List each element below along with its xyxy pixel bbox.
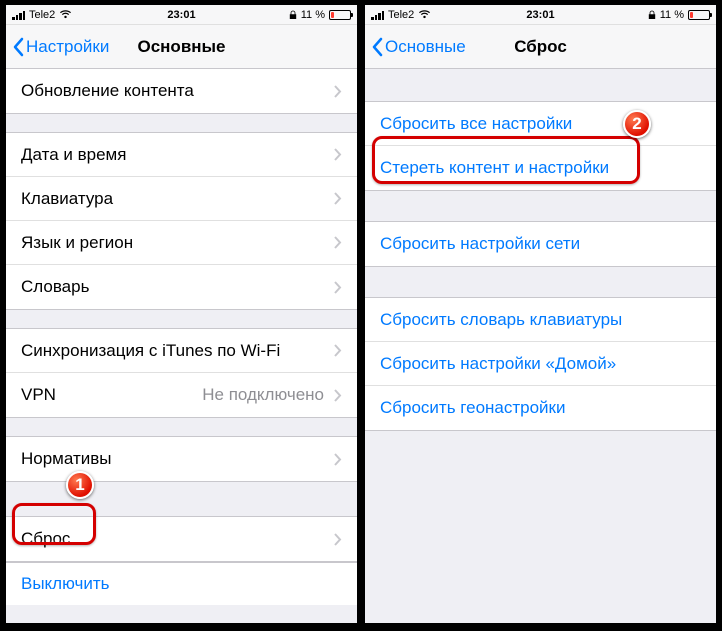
- row-label: VPN: [21, 385, 56, 405]
- row-vpn[interactable]: VPN Не подключено: [6, 373, 357, 417]
- battery-icon: [688, 10, 710, 20]
- nav-bar: Настройки Основные: [6, 25, 357, 69]
- row-reset[interactable]: Сброс: [6, 517, 357, 561]
- status-bar: Tele2 23:01 11 %: [6, 5, 357, 25]
- chevron-right-icon: [334, 533, 342, 546]
- reset-list[interactable]: Сбросить все настройки Стереть контент и…: [365, 69, 716, 623]
- row-reset-network[interactable]: Сбросить настройки сети: [365, 222, 716, 266]
- chevron-right-icon: [334, 344, 342, 357]
- chevron-left-icon: [371, 37, 383, 57]
- phone-right-reset: Tele2 23:01 11 % Основные Сброс Сбросить…: [364, 4, 717, 624]
- vpn-status: Не подключено: [202, 385, 324, 405]
- back-button[interactable]: Настройки: [6, 37, 109, 57]
- row-label: Язык и регион: [21, 233, 133, 253]
- chevron-right-icon: [334, 236, 342, 249]
- chevron-right-icon: [334, 453, 342, 466]
- row-itunes-wifi-sync[interactable]: Синхронизация с iTunes по Wi-Fi: [6, 329, 357, 373]
- row-label: Синхронизация с iTunes по Wi-Fi: [21, 341, 280, 361]
- row-label: Сбросить все настройки: [380, 114, 572, 134]
- chevron-right-icon: [334, 281, 342, 294]
- row-label: Словарь: [21, 277, 89, 297]
- row-date-time[interactable]: Дата и время: [6, 133, 357, 177]
- row-reset-keyboard-dictionary[interactable]: Сбросить словарь клавиатуры: [365, 298, 716, 342]
- status-time: 23:01: [6, 9, 357, 21]
- row-dictionary[interactable]: Словарь: [6, 265, 357, 309]
- row-reset-location[interactable]: Сбросить геонастройки: [365, 386, 716, 430]
- row-label: Дата и время: [21, 145, 126, 165]
- row-label: Нормативы: [21, 449, 112, 469]
- status-bar: Tele2 23:01 11 %: [365, 5, 716, 25]
- row-label: Выключить: [21, 574, 109, 593]
- row-label: Сброс: [21, 529, 70, 549]
- chevron-right-icon: [334, 85, 342, 98]
- row-erase-all-content[interactable]: Стереть контент и настройки: [365, 146, 716, 190]
- row-content-update[interactable]: Обновление контента: [6, 69, 357, 113]
- row-label: Сбросить геонастройки: [380, 398, 566, 418]
- chevron-right-icon: [334, 389, 342, 402]
- settings-list[interactable]: Обновление контента Дата и время Клавиат…: [6, 69, 357, 623]
- row-reset-home-layout[interactable]: Сбросить настройки «Домой»: [365, 342, 716, 386]
- row-label: Сбросить словарь клавиатуры: [380, 310, 622, 330]
- chevron-right-icon: [334, 148, 342, 161]
- back-label: Настройки: [26, 37, 109, 57]
- row-language-region[interactable]: Язык и регион: [6, 221, 357, 265]
- phone-left-general: Tele2 23:01 11 % Настройки Основные Обно…: [5, 4, 358, 624]
- row-reset-all-settings[interactable]: Сбросить все настройки: [365, 102, 716, 146]
- row-keyboard[interactable]: Клавиатура: [6, 177, 357, 221]
- back-label: Основные: [385, 37, 466, 57]
- row-label: Стереть контент и настройки: [380, 158, 609, 178]
- row-shutdown[interactable]: Выключить: [6, 562, 357, 605]
- row-regulatory[interactable]: Нормативы: [6, 437, 357, 481]
- row-label: Сбросить настройки сети: [380, 234, 580, 254]
- row-label: Клавиатура: [21, 189, 113, 209]
- chevron-left-icon: [12, 37, 24, 57]
- row-label: Сбросить настройки «Домой»: [380, 354, 616, 374]
- chevron-right-icon: [334, 192, 342, 205]
- battery-icon: [329, 10, 351, 20]
- nav-bar: Основные Сброс: [365, 25, 716, 69]
- row-label: Обновление контента: [21, 81, 194, 101]
- status-time: 23:01: [365, 9, 716, 21]
- back-button[interactable]: Основные: [365, 37, 466, 57]
